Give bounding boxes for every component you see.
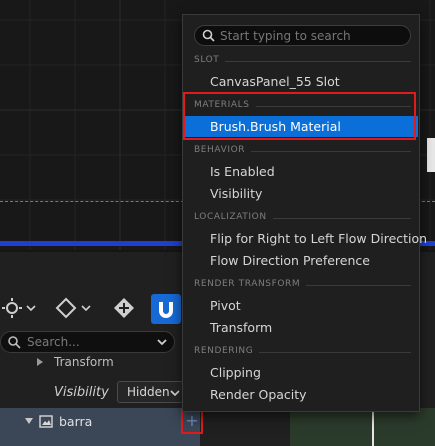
section-header-localization: LOCALIZATION	[194, 212, 411, 226]
transform-track-label: Transform	[54, 355, 114, 369]
menu-item-pivot[interactable]: Pivot	[184, 295, 418, 316]
menu-item-flow-direction-preference[interactable]: Flow Direction Preference	[184, 250, 418, 271]
section-header-materials: MATERIALS	[194, 100, 411, 114]
menu-item-visibility[interactable]: Visibility	[184, 183, 418, 204]
menu-item-is-enabled[interactable]: Is Enabled	[184, 161, 418, 182]
menu-item-canvas-panel-slot[interactable]: CanvasPanel_55 Slot	[184, 71, 418, 92]
transform-track-row[interactable]: Transform	[0, 352, 200, 374]
add-track-menu: SLOT CanvasPanel_55 Slot MATERIALS Brush…	[182, 14, 427, 412]
transform-tool-icon[interactable]	[2, 292, 42, 324]
menu-item-transform[interactable]: Transform	[184, 317, 418, 338]
visibility-dropdown[interactable]: Hidden	[117, 381, 185, 403]
menu-search-box[interactable]	[194, 25, 411, 46]
playhead-line[interactable]	[372, 408, 374, 446]
section-header-slot: SLOT	[194, 55, 411, 69]
section-header-render-transform: RENDER TRANSFORM	[194, 279, 411, 293]
visibility-dropdown-value: Hidden	[127, 385, 170, 399]
chevron-down-icon	[170, 390, 180, 397]
section-header-behavior: BEHAVIOR	[194, 145, 411, 159]
expand-arrow-icon[interactable]	[36, 357, 44, 367]
move-gear-icon	[2, 298, 36, 318]
diamond-icon	[55, 297, 91, 319]
collapse-arrow-icon[interactable]	[24, 417, 34, 425]
chevron-down-icon[interactable]	[156, 336, 168, 348]
search-icon	[202, 29, 215, 42]
magnet-icon	[159, 302, 173, 318]
key-add-tool-icon[interactable]	[112, 292, 138, 324]
menu-item-brush-material[interactable]: Brush.Brush Material	[184, 116, 418, 137]
widget-track-label: barra	[59, 414, 93, 429]
visibility-track-label: Visibility	[54, 385, 109, 400]
menu-search-input[interactable]	[220, 27, 400, 44]
add-track-button[interactable]: +	[181, 409, 203, 434]
image-widget-icon	[39, 415, 53, 428]
menu-item-flip-flow-direction[interactable]: Flip for Right to Left Flow Direction	[184, 228, 427, 249]
menu-item-render-opacity[interactable]: Render Opacity	[184, 384, 418, 405]
section-header-rendering: RENDERING	[194, 346, 411, 360]
panel-search-input[interactable]	[27, 334, 147, 350]
panel-search-box[interactable]	[0, 331, 175, 353]
widget-track-row[interactable]: barra	[0, 408, 200, 446]
keyframe-tool-icon[interactable]	[55, 292, 97, 324]
search-icon	[8, 336, 21, 349]
widget-edge	[427, 138, 435, 172]
snap-toggle-button[interactable]	[151, 294, 181, 324]
diamond-plus-icon	[114, 298, 134, 318]
menu-item-clipping[interactable]: Clipping	[184, 362, 418, 383]
timeline-track-area[interactable]	[290, 408, 435, 446]
